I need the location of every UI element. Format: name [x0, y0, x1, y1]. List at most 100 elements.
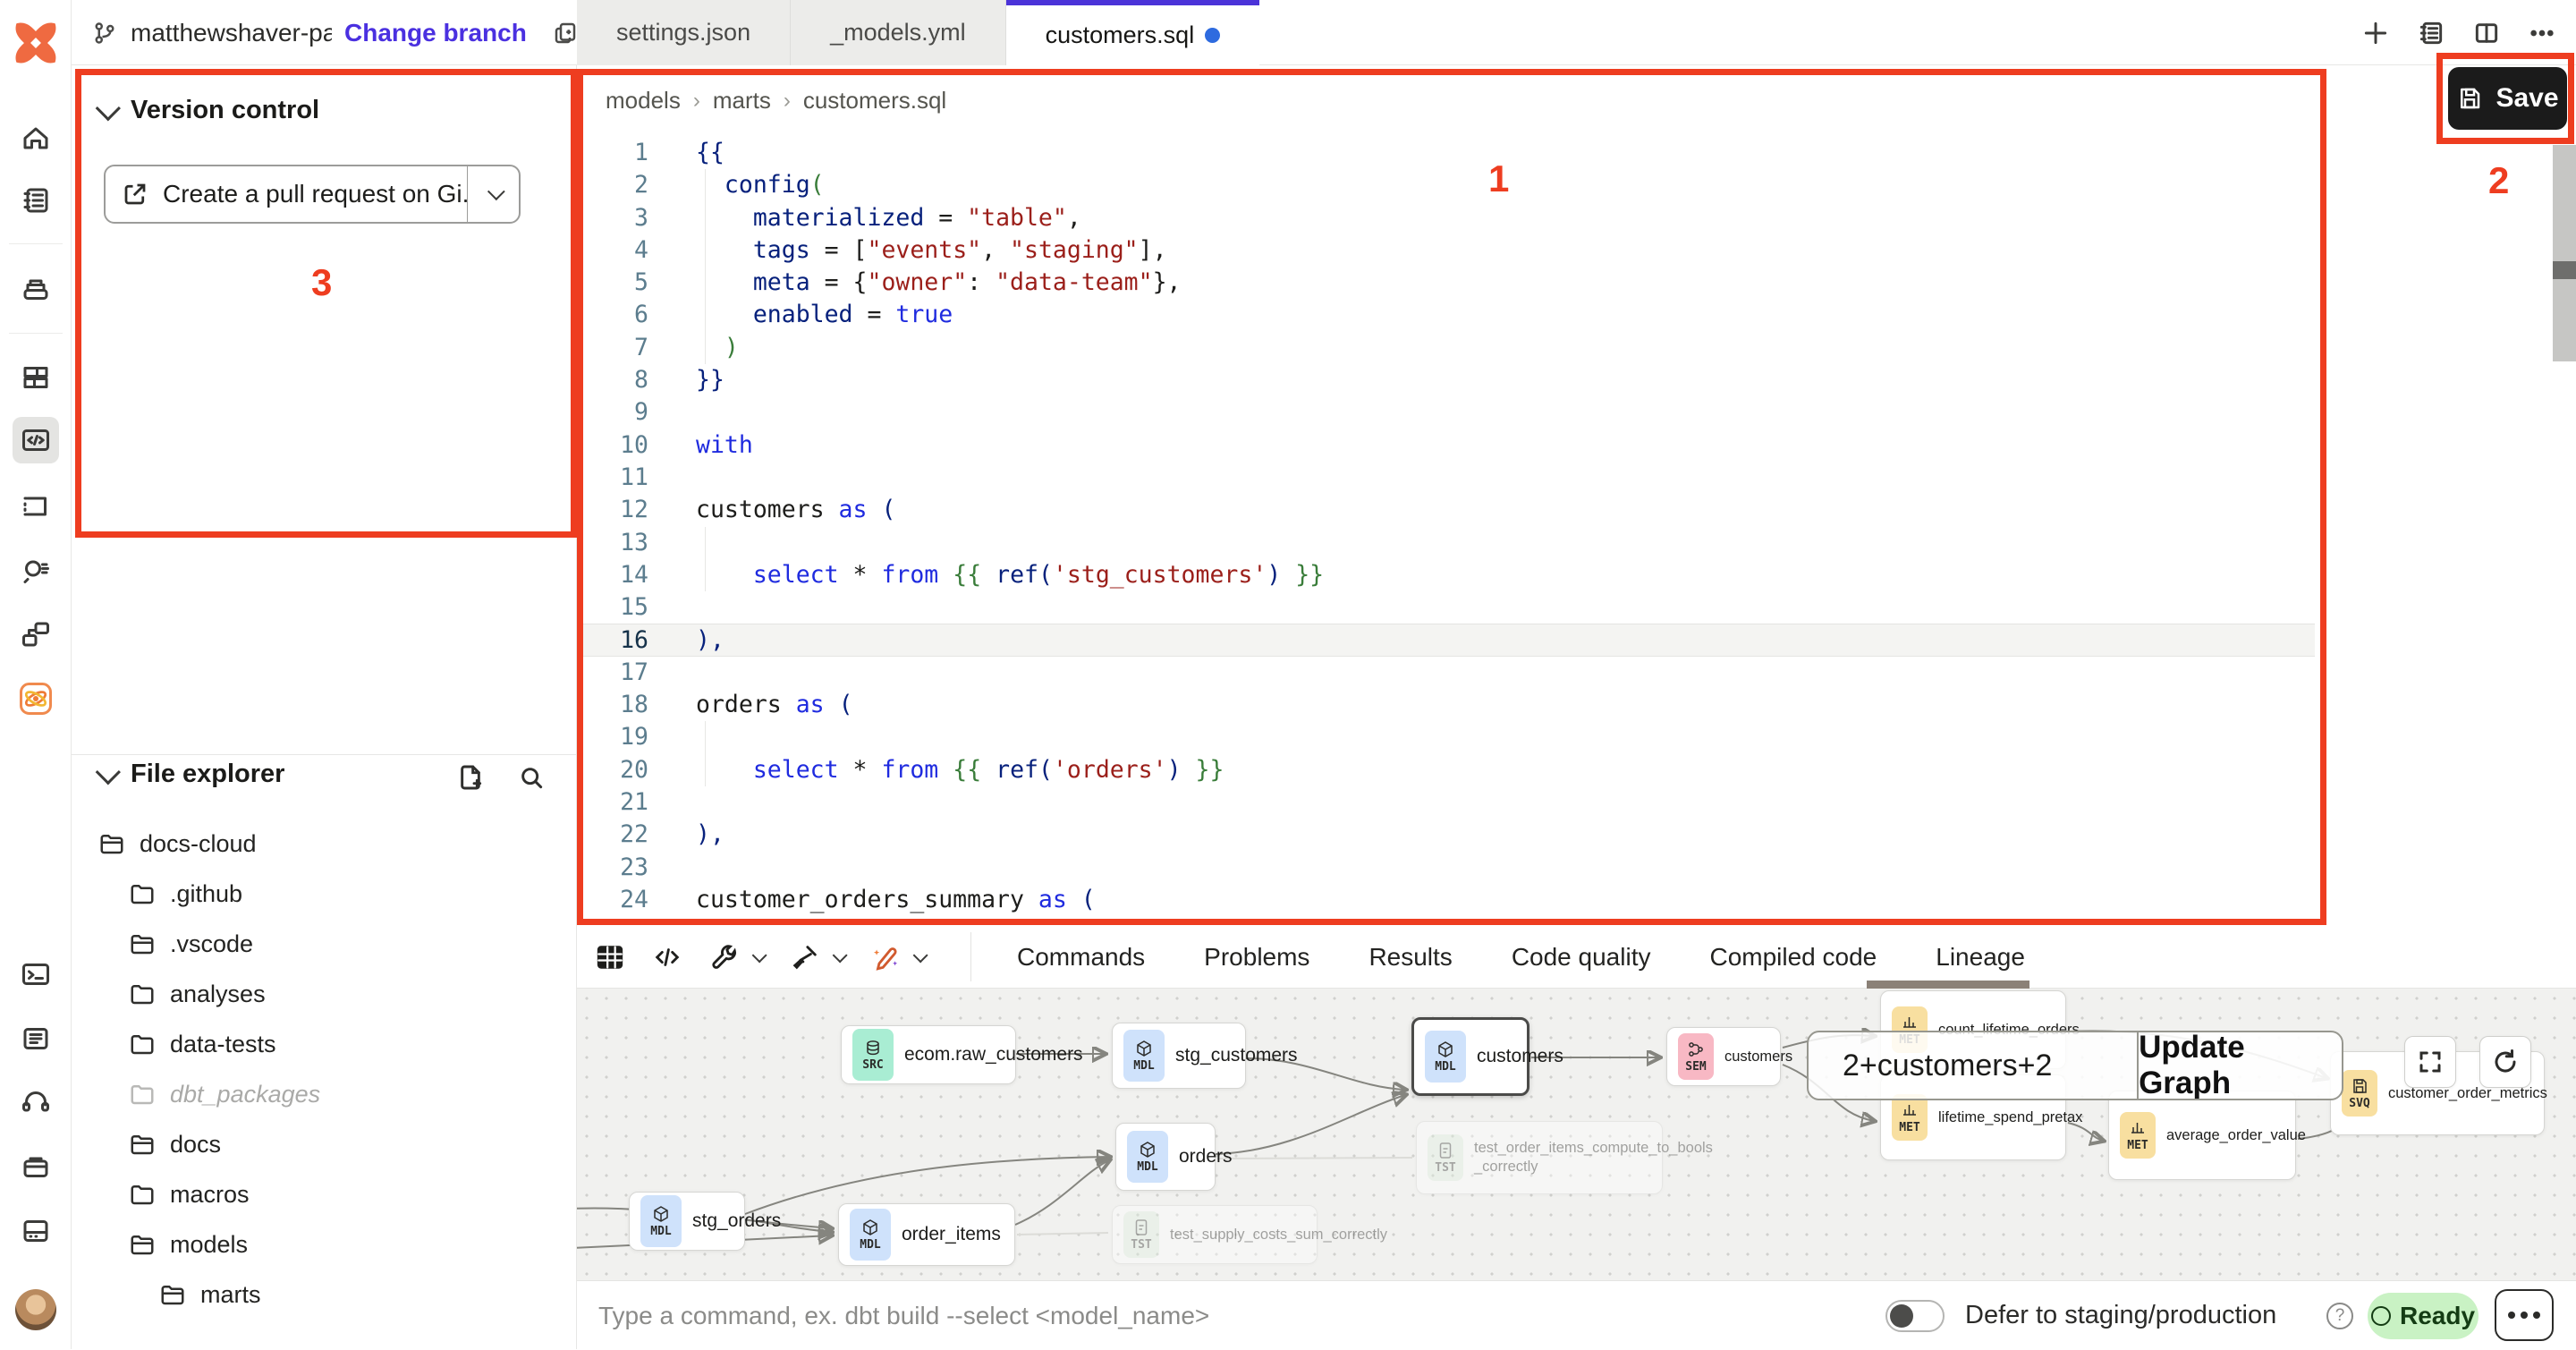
code-line[interactable]: 7 )	[577, 332, 2315, 364]
refresh-button[interactable]	[2479, 1036, 2531, 1088]
file-explorer-header[interactable]: File explorer	[97, 760, 284, 789]
code-line[interactable]: 15	[577, 591, 2315, 624]
copilot-fix-icon[interactable]	[870, 942, 901, 972]
compile-code-icon[interactable]	[652, 942, 682, 972]
change-branch-link[interactable]: Change branch	[344, 19, 527, 47]
journal-icon[interactable]	[13, 177, 59, 224]
build-wrench-icon[interactable]	[709, 942, 740, 972]
pr-dropdown-caret[interactable]	[467, 166, 519, 222]
new-file-icon[interactable]	[456, 763, 485, 792]
lineage-node-ecom-raw-customers[interactable]: SRCecom.raw_customers	[841, 1025, 1016, 1084]
tab-commands[interactable]: Commands	[1017, 943, 1145, 972]
tab-compiled-code[interactable]: Compiled code	[1709, 943, 1877, 972]
orchestration-icon[interactable]	[13, 483, 59, 530]
code-line[interactable]: 3 materialized = "table",	[577, 202, 2315, 234]
code-line[interactable]: 19	[577, 721, 2315, 753]
tab-settings-json[interactable]: settings.json	[577, 0, 791, 65]
chevron-down-icon[interactable]	[752, 947, 767, 963]
fullscreen-button[interactable]	[2404, 1036, 2456, 1088]
code-lines[interactable]: 1{{2 config(3 materialized = "table",4 t…	[577, 137, 2315, 916]
search-icon[interactable]	[517, 763, 546, 792]
more-options-button[interactable]	[2495, 1289, 2554, 1341]
code-line[interactable]: 9	[577, 396, 2315, 429]
file-tree-item-docs[interactable]: docs	[72, 1119, 577, 1169]
lineage-node-stg-customers[interactable]: MDLstg_customers	[1112, 1023, 1246, 1089]
chevron-down-icon[interactable]	[833, 947, 848, 963]
editor-scrollbar-thumb[interactable]	[2553, 261, 2576, 279]
code-line[interactable]: 2 config(	[577, 169, 2315, 201]
update-graph-button[interactable]: Update Graph	[2139, 1032, 2342, 1099]
code-editor-icon[interactable]	[13, 417, 59, 463]
code-line[interactable]: 4 tags = ["events", "staging"],	[577, 234, 2315, 267]
headset-icon[interactable]	[13, 1079, 59, 1125]
code-line[interactable]: 13	[577, 527, 2315, 559]
code-line[interactable]: 5 meta = {"owner": "data-team"},	[577, 267, 2315, 299]
lineage-node-orders[interactable]: MDLorders	[1115, 1123, 1216, 1191]
code-line[interactable]: 10with	[577, 429, 2315, 462]
lineage-node-customers[interactable]: SEMcustomers	[1666, 1027, 1781, 1086]
tab-results[interactable]: Results	[1368, 943, 1452, 972]
split-panel-icon[interactable]	[2472, 19, 2501, 47]
save-button[interactable]: Save	[2448, 67, 2567, 130]
lineage-node-stg-orders[interactable]: MDLstg_orders	[629, 1192, 745, 1251]
file-tree-item-docs-cloud[interactable]: docs-cloud	[72, 819, 577, 869]
lineage-filter-input[interactable]: 2+customers+2	[1809, 1032, 2139, 1099]
file-tree-item--github[interactable]: .github	[72, 869, 577, 919]
code-line[interactable]: 22),	[577, 819, 2315, 851]
stack-icon[interactable]	[13, 266, 59, 312]
preview-table-icon[interactable]	[595, 942, 625, 972]
lineage-canvas[interactable]: SRCecom.raw_customers MDLstg_customers MDL…	[577, 989, 2576, 1280]
command-input[interactable]: Type a command, ex. dbt build --select <…	[598, 1281, 1209, 1350]
code-line[interactable]: 8}}	[577, 364, 2315, 396]
tab-customers-sql[interactable]: customers.sql	[1006, 0, 1260, 65]
file-tree-item-macros[interactable]: macros	[72, 1169, 577, 1219]
file-tree-item-models[interactable]: models	[72, 1219, 577, 1269]
home-icon[interactable]	[13, 116, 59, 163]
code-line[interactable]: 23	[577, 852, 2315, 884]
dashboard-icon[interactable]	[13, 354, 59, 401]
clipboard-icon[interactable]	[13, 1015, 59, 1062]
lineage-node-test-order-items-compute-to-bools-correctly[interactable]: TSTtest_order_items_compute_to_bools _co…	[1416, 1121, 1663, 1194]
editor-scrollbar-track[interactable]	[2553, 145, 2576, 361]
branch-control[interactable]: matthewshaver-patc Change branch	[91, 0, 579, 65]
file-tree-item-data-tests[interactable]: data-tests	[72, 1019, 577, 1069]
lineage-node-customers[interactable]: MDLcustomers	[1411, 1017, 1530, 1096]
copy-icon[interactable]	[552, 20, 579, 47]
create-pr-button[interactable]: Create a pull request on Gi...	[104, 165, 521, 224]
tab-problems[interactable]: Problems	[1204, 943, 1309, 972]
tab-lineage[interactable]: Lineage	[1936, 943, 2025, 972]
file-tree-item--vscode[interactable]: .vscode	[72, 919, 577, 969]
code-line[interactable]: 11	[577, 462, 2315, 494]
file-tree-item-marts[interactable]: marts	[72, 1269, 577, 1320]
tab-code-quality[interactable]: Code quality	[1512, 943, 1651, 972]
copilot-atom-icon[interactable]	[13, 675, 59, 722]
format-broom-icon[interactable]	[790, 942, 820, 972]
defer-toggle[interactable]	[1885, 1300, 1945, 1332]
code-line[interactable]: 18orders as (	[577, 689, 2315, 721]
storage-icon[interactable]	[13, 1208, 59, 1254]
lineage-node-order-items[interactable]: MDLorder_items	[838, 1203, 1015, 1266]
code-line[interactable]: 16),	[577, 624, 2315, 656]
help-icon[interactable]: ?	[2326, 1303, 2353, 1329]
code-line[interactable]: 24customer_orders_summary as (	[577, 884, 2315, 916]
code-line[interactable]: 6 enabled = true	[577, 299, 2315, 331]
drawer-icon[interactable]	[13, 1143, 59, 1190]
journal-icon[interactable]	[2417, 19, 2445, 47]
explorer-search-icon[interactable]	[13, 547, 59, 593]
file-tree-item-dbt-packages[interactable]: dbt_packages	[72, 1069, 577, 1119]
lineage-node-average-order-value[interactable]: METaverage_order_value	[2108, 1091, 2296, 1180]
tab-models-yml[interactable]: _models.yml	[791, 0, 1006, 65]
code-line[interactable]: 1{{	[577, 137, 2315, 169]
chevron-down-icon[interactable]	[913, 947, 928, 963]
branch-windows-icon[interactable]	[13, 611, 59, 658]
code-line[interactable]: 20 select * from {{ ref('orders') }}	[577, 754, 2315, 786]
avatar[interactable]	[15, 1289, 56, 1330]
file-tree-item-analyses[interactable]: analyses	[72, 969, 577, 1019]
lineage-node-test-supply-costs-sum-correctly[interactable]: TSTtest_supply_costs_sum_correctly	[1112, 1205, 1318, 1264]
code-line[interactable]: 12customers as (	[577, 494, 2315, 526]
add-icon[interactable]	[2361, 19, 2390, 47]
more-icon[interactable]	[2528, 19, 2556, 47]
code-line[interactable]: 21	[577, 786, 2315, 819]
code-line[interactable]: 17	[577, 657, 2315, 689]
version-control-header[interactable]: Version control	[97, 96, 319, 125]
